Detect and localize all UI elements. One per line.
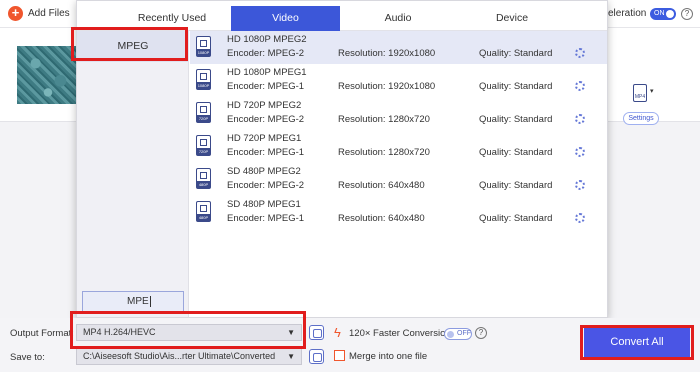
gear-icon[interactable]: [575, 180, 585, 190]
convert-all-button[interactable]: Convert All: [584, 328, 690, 357]
help-icon[interactable]: ?: [475, 327, 487, 339]
format-encoder: Encoder: MPEG-1: [227, 213, 305, 224]
save-to-label: Save to:: [10, 352, 45, 363]
format-encoder: Encoder: MPEG-1: [227, 81, 305, 92]
format-quality: Quality: Standard: [479, 147, 553, 158]
merge-checkbox[interactable]: [334, 350, 345, 361]
video-format-icon: 1080P: [196, 69, 211, 90]
gear-icon[interactable]: [575, 114, 585, 124]
format-name: HD 720P MPEG1: [227, 133, 302, 144]
video-format-icon: 720P: [196, 102, 211, 123]
tab-device[interactable]: Device: [457, 6, 567, 31]
format-resolution: Resolution: 640x480: [338, 180, 425, 191]
format-encoder: Encoder: MPEG-1: [227, 147, 305, 158]
gear-icon[interactable]: [575, 48, 585, 58]
merge-label: Merge into one file: [349, 351, 428, 362]
bottom-bar: Output Format: MP4 H.264/HEVC ▼ ϟ 120× F…: [0, 318, 700, 372]
format-row[interactable]: 720P HD 720P MPEG2 Encoder: MPEG-2 Resol…: [190, 97, 607, 130]
format-resolution: Resolution: 1280x720: [338, 114, 430, 125]
tab-recently-used[interactable]: Recently Used: [117, 6, 227, 31]
acceleration-toggle[interactable]: ON: [650, 8, 676, 20]
output-format-select[interactable]: MP4 H.264/HEVC ▼: [76, 324, 302, 341]
format-name: SD 480P MPEG2: [227, 166, 301, 177]
video-format-icon: 480P: [196, 168, 211, 189]
gear-icon[interactable]: [575, 147, 585, 157]
format-quality: Quality: Standard: [479, 180, 553, 191]
format-category-sidebar: MPEG MPE: [77, 31, 189, 317]
format-resolution: Resolution: 1920x1080: [338, 81, 436, 92]
format-quality: Quality: Standard: [479, 81, 553, 92]
tab-video[interactable]: Video: [231, 6, 340, 31]
format-quality: Quality: Standard: [479, 48, 553, 59]
format-name: HD 1080P MPEG1: [227, 67, 307, 78]
format-quality: Quality: Standard: [479, 114, 553, 125]
gear-icon[interactable]: [575, 213, 585, 223]
format-tabs: Recently Used Video Audio Device: [77, 1, 607, 31]
format-row[interactable]: 1080P HD 1080P MPEG2 Encoder: MPEG-2 Res…: [190, 31, 607, 64]
compress-icon[interactable]: [309, 325, 324, 340]
format-resolution: Resolution: 640x480: [338, 213, 425, 224]
settings-button[interactable]: Settings: [623, 112, 659, 125]
help-icon[interactable]: ?: [681, 8, 693, 20]
format-name: HD 720P MPEG2: [227, 100, 302, 111]
format-row[interactable]: 480P SD 480P MPEG1 Encoder: MPEG-1 Resol…: [190, 196, 607, 229]
format-encoder: Encoder: MPEG-2: [227, 180, 305, 191]
video-thumbnail[interactable]: [17, 46, 79, 104]
format-dropdown-panel: Recently Used Video Audio Device MPEG MP…: [76, 0, 608, 318]
gear-icon[interactable]: [575, 81, 585, 91]
video-format-icon: 480P: [196, 201, 211, 222]
format-encoder: Encoder: MPEG-2: [227, 114, 305, 125]
add-files-button[interactable]: + Add Files ▼: [8, 6, 82, 21]
faster-conversion-toggle[interactable]: OFF: [444, 328, 472, 340]
format-quality: Quality: Standard: [479, 213, 553, 224]
format-name: SD 480P MPEG1: [227, 199, 301, 210]
plus-icon: +: [8, 6, 23, 21]
chevron-down-icon: ▼: [287, 352, 295, 361]
output-format-icon[interactable]: MP4: [633, 84, 647, 102]
format-list: 1080P HD 1080P MPEG2 Encoder: MPEG-2 Res…: [190, 31, 607, 317]
format-row[interactable]: 480P SD 480P MPEG2 Encoder: MPEG-2 Resol…: [190, 163, 607, 196]
format-row[interactable]: 720P HD 720P MPEG1 Encoder: MPEG-1 Resol…: [190, 130, 607, 163]
format-name: HD 1080P MPEG2: [227, 34, 307, 45]
output-format-value: MP4 H.264/HEVC: [83, 327, 156, 337]
save-to-path: C:\Aiseesoft Studio\Ais...rter Ultimate\…: [83, 351, 276, 361]
output-format-label: Output Format:: [10, 328, 74, 339]
video-format-icon: 720P: [196, 135, 211, 156]
lightning-icon: ϟ: [334, 325, 341, 340]
chevron-down-icon: ▼: [287, 328, 295, 337]
add-files-label: Add Files: [28, 8, 70, 19]
tab-audio[interactable]: Audio: [343, 6, 453, 31]
format-row[interactable]: 1080P HD 1080P MPEG1 Encoder: MPEG-1 Res…: [190, 64, 607, 97]
sidebar-item-mpeg[interactable]: MPEG: [77, 31, 189, 62]
save-to-select[interactable]: C:\Aiseesoft Studio\Ais...rter Ultimate\…: [76, 348, 302, 365]
video-format-icon: 1080P: [196, 36, 211, 57]
format-resolution: Resolution: 1920x1080: [338, 48, 436, 59]
format-resolution: Resolution: 1280x720: [338, 147, 430, 158]
chevron-down-icon[interactable]: ▾: [650, 87, 654, 95]
faster-conversion-label: 120× Faster Conversion: [349, 328, 451, 339]
format-encoder: Encoder: MPEG-2: [227, 48, 305, 59]
folder-icon[interactable]: [309, 349, 324, 364]
format-search-input[interactable]: MPE: [82, 291, 184, 313]
